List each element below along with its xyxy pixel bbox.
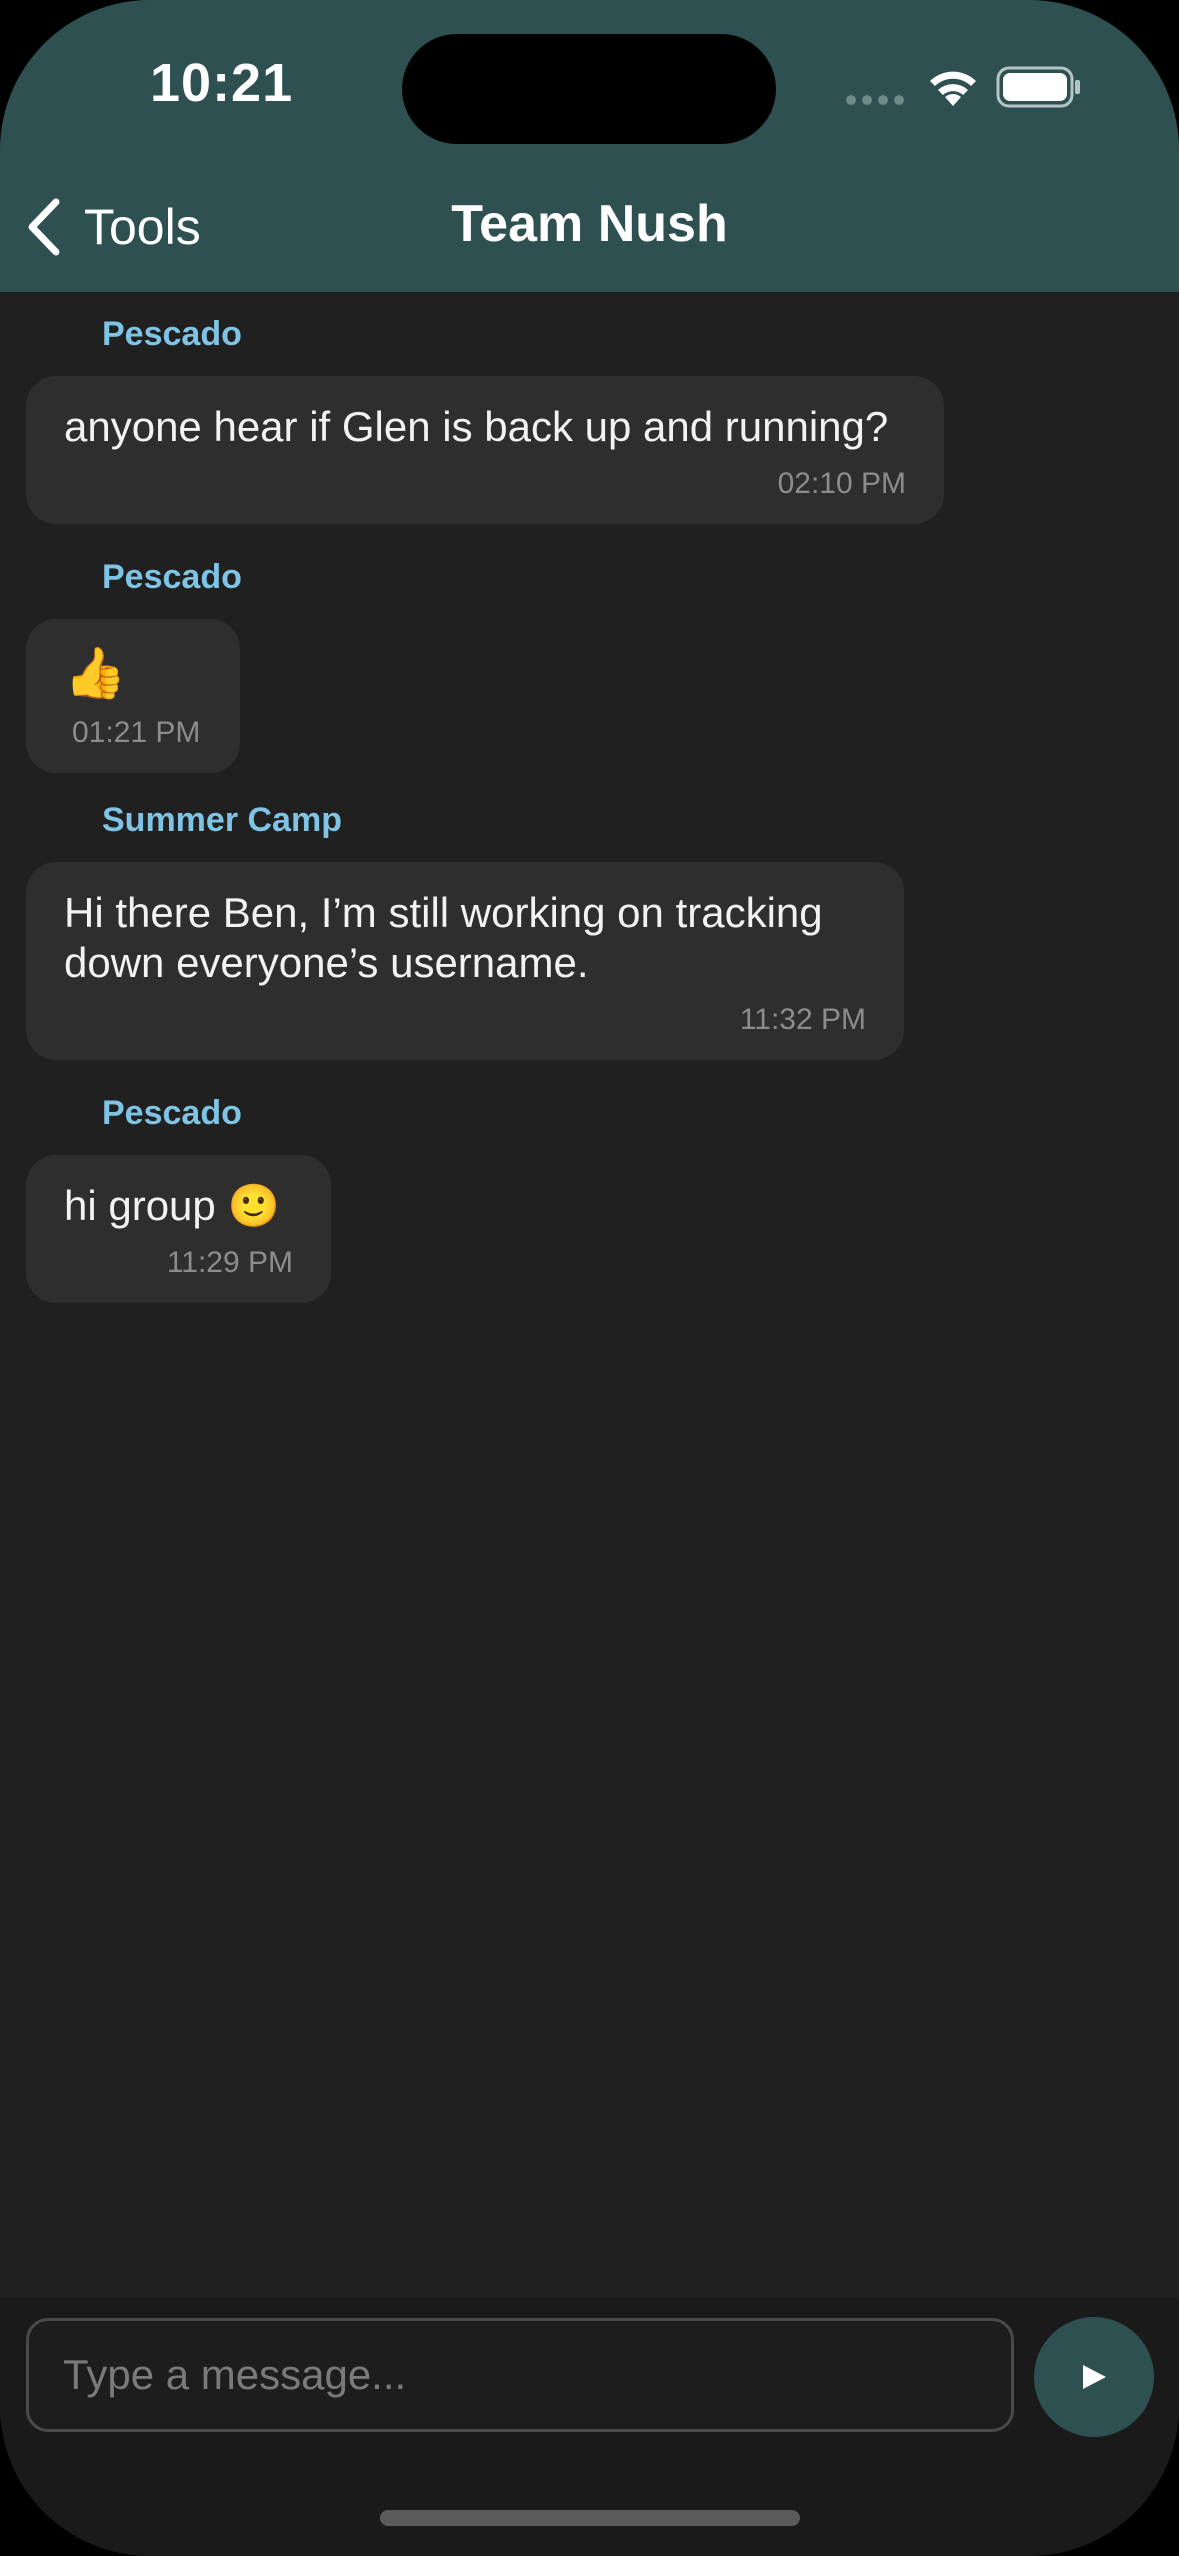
sender-name[interactable]: Summer Camp [102,798,904,842]
message-bubble[interactable]: Hi there Ben, I’m still working on track… [26,862,904,1060]
message-bubble[interactable]: anyone hear if Glen is back up and runni… [26,376,944,524]
battery-icon [996,66,1080,108]
message-time: 11:32 PM [739,1003,866,1036]
send-icon [1083,2365,1106,2389]
sender-name[interactable]: Pescado [102,555,242,599]
message-bubble[interactable]: 👍 01:21 PM [26,619,240,773]
message-text: 👍 [64,645,127,701]
message-time: 02:10 PM [777,467,906,500]
message-time: 01:21 PM [72,716,201,749]
message-bubble[interactable]: hi group 🙂 11:29 PM [26,1155,331,1303]
message-time: 11:29 PM [166,1246,293,1279]
message-input[interactable] [26,2318,1014,2432]
sender-name[interactable]: Pescado [102,312,944,356]
signal-icon [846,95,904,105]
wifi-icon [930,71,976,106]
message-text: Hi there Ben, I’m still working on track… [64,889,823,986]
message-item: Pescado hi group 🙂 11:29 PM [26,1091,331,1303]
home-indicator[interactable] [380,2510,800,2526]
chat-title: Team Nush [451,195,728,253]
phone-screen: 10:21 Tools Team Nush Pescado anyone hea… [0,0,1179,2556]
header: 10:21 Tools Team Nush [0,0,1179,292]
message-item: Summer Camp Hi there Ben, I’m still work… [26,798,904,1060]
message-item: Pescado 👍 01:21 PM [26,555,242,773]
message-text: hi group 🙂 [64,1182,280,1229]
send-button[interactable] [1034,2317,1154,2437]
status-time: 10:21 [150,53,294,113]
dynamic-island [402,34,776,144]
message-text: anyone hear if Glen is back up and runni… [64,403,889,450]
message-item: Pescado anyone hear if Glen is back up a… [26,312,944,524]
sender-name[interactable]: Pescado [102,1091,331,1135]
